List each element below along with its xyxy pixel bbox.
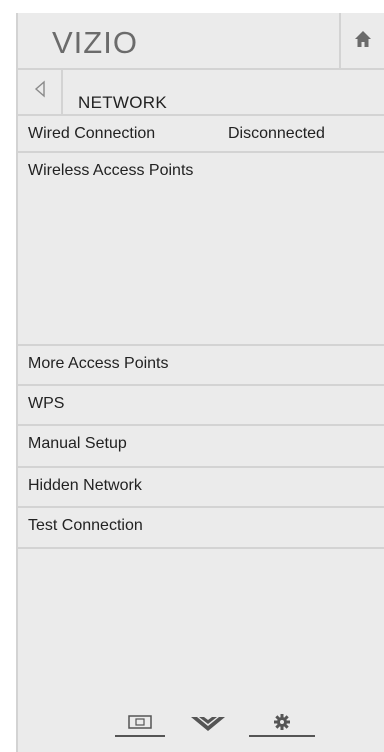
menu-item-more-access-points[interactable]: More Access Points <box>18 346 384 386</box>
wired-connection-status: Disconnected <box>228 125 325 142</box>
menu-item-hidden-network[interactable]: Hidden Network <box>18 468 384 508</box>
chevron-down-icon <box>191 717 225 731</box>
home-icon <box>355 31 371 47</box>
more-options-button[interactable] <box>183 709 233 739</box>
navigation-bar: NETWORK <box>18 70 384 116</box>
menu-item-wps[interactable]: WPS <box>18 386 384 426</box>
menu-item-label: WPS <box>28 395 65 412</box>
picture-mode-underline <box>115 735 165 737</box>
wired-connection-label: Wired Connection <box>28 125 156 142</box>
menu-item-test-connection[interactable]: Test Connection <box>18 508 384 549</box>
page-title: NETWORK <box>78 93 167 112</box>
back-button[interactable] <box>18 70 63 114</box>
network-menu-panel: VIZIO NETWORK Wired Connection Disconnec… <box>16 13 384 752</box>
wireless-access-points-label: Wireless Access Points <box>28 162 194 179</box>
settings-underline <box>249 735 315 737</box>
wireless-access-points-row[interactable]: Wireless Access Points <box>18 153 384 346</box>
back-arrow-icon <box>34 80 45 98</box>
menu-item-label: Manual Setup <box>28 435 127 452</box>
menu-header: VIZIO <box>18 13 384 70</box>
home-button[interactable] <box>339 13 384 68</box>
menu-item-label: Test Connection <box>28 517 143 534</box>
menu-item-manual-setup[interactable]: Manual Setup <box>18 426 384 468</box>
menu-item-label: More Access Points <box>28 355 169 372</box>
bottom-toolbar <box>115 709 315 739</box>
vizio-logo: VIZIO <box>52 25 138 60</box>
menu-item-label: Hidden Network <box>28 477 142 494</box>
picture-mode-button[interactable] <box>115 709 165 739</box>
settings-button[interactable] <box>249 709 315 739</box>
wired-connection-row[interactable]: Wired Connection Disconnected <box>18 116 384 153</box>
